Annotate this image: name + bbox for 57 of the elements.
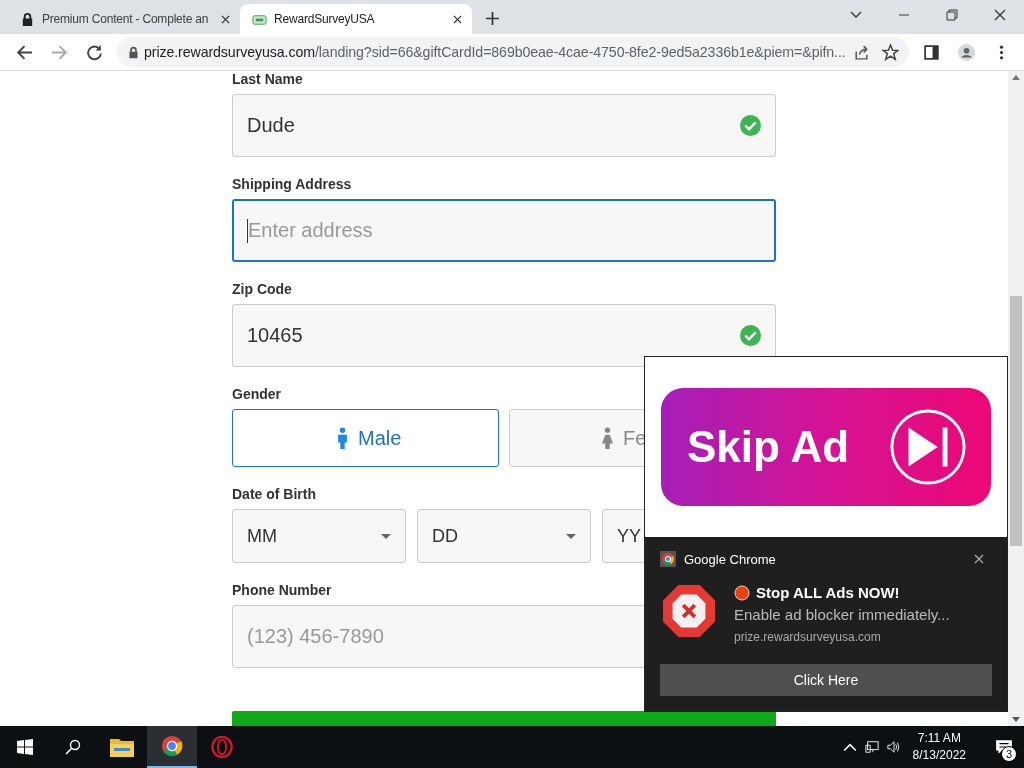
stop-sign-icon [662, 584, 716, 638]
man-icon [337, 427, 348, 449]
notification-title: Stop ALL Ads NOW! [756, 584, 900, 601]
skip-ad-banner[interactable]: Skip Ad [661, 388, 991, 506]
check-icon [740, 115, 761, 136]
field-label: Shipping Address [232, 176, 352, 192]
woman-icon [602, 427, 613, 449]
app-name: Google Chrome [684, 551, 777, 567]
caret-icon [566, 533, 576, 539]
lock-icon [20, 11, 35, 27]
start-icon[interactable] [17, 739, 33, 755]
opera-icon [210, 736, 234, 758]
field-label: Date of Birth [232, 486, 316, 502]
browser-tab[interactable]: Premium Content - Complete an [8, 4, 240, 34]
field-label: Phone Number [232, 582, 332, 598]
date-select[interactable]: DD [417, 509, 591, 563]
star-icon[interactable] [882, 43, 899, 61]
date-select[interactable]: MM [232, 509, 406, 563]
skip-icon [889, 408, 967, 486]
taskbar-app[interactable] [147, 726, 197, 768]
browser-tab[interactable]: RewardSurveyUSA [240, 4, 472, 34]
lock-icon [127, 45, 140, 59]
field-label: Zip Code [232, 281, 292, 297]
share-icon[interactable] [853, 43, 870, 61]
search-icon[interactable] [65, 739, 81, 755]
restore-icon[interactable] [946, 9, 958, 21]
input-field[interactable]: 10465 [232, 304, 776, 367]
gender-option[interactable]: Male [232, 409, 499, 467]
close-icon[interactable] [994, 9, 1006, 21]
field-label: Last Name [232, 71, 303, 87]
close-icon[interactable] [453, 14, 462, 24]
scroll-up-icon[interactable] [1012, 75, 1020, 80]
new-tab-icon[interactable] [486, 12, 499, 25]
back-icon[interactable] [16, 43, 33, 61]
url-text: prize.rewardsurveyusa.com/landing?sid=66&giftCardId=869b0eae-4cae-4750-8fe2-9ed5a2336b1e&piem=&pifn... [144, 44, 845, 60]
address-bar[interactable]: prize.rewardsurveyusa.com/landing?sid=66&giftCardId=869b0eae-4cae-4750-8fe2-9ed5a2336b1e&piem=&pifn... [117, 37, 909, 67]
chrome-icon [160, 735, 184, 757]
scrollbar[interactable] [1008, 71, 1024, 726]
check-icon [740, 325, 761, 346]
close-icon[interactable] [221, 14, 230, 24]
action-center-button[interactable]: 3 [984, 726, 1024, 768]
profile-icon[interactable] [958, 43, 975, 61]
input-field[interactable]: Dude [232, 94, 776, 157]
caret-icon [381, 533, 391, 539]
click-here-button[interactable]: Click Here [660, 664, 992, 696]
close-icon[interactable] [974, 554, 984, 564]
chrome-icon [660, 551, 676, 567]
clock[interactable]: 7:11 AM 8/13/2022 [912, 730, 966, 764]
side-panel-icon[interactable] [923, 43, 940, 61]
alert-dot-icon [734, 584, 750, 601]
reload-icon[interactable] [86, 43, 103, 61]
scroll-down-icon[interactable] [1012, 717, 1020, 722]
folder-icon [110, 736, 134, 758]
field-label: Gender [232, 386, 281, 402]
notification-badge: 3 [1001, 746, 1017, 762]
volume-icon[interactable] [886, 740, 901, 754]
network-icon[interactable] [864, 740, 879, 754]
